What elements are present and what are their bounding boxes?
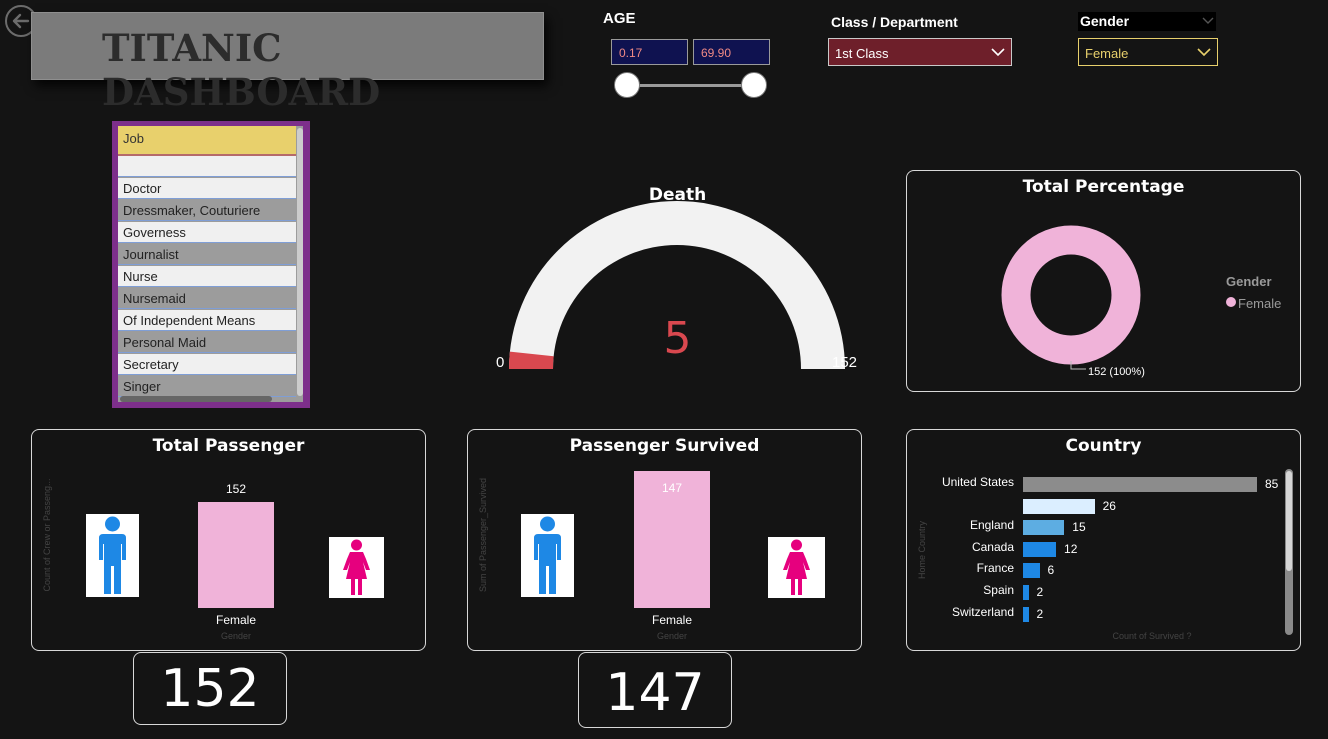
x-axis-label: Count of Survived ? [1112,631,1192,641]
country-bar[interactable] [1023,541,1057,557]
chart-plot [198,502,274,608]
female-person-icon [343,539,370,595]
country-value-label: 15 [1072,520,1086,535]
job-item[interactable]: Nurse [118,266,296,287]
total-percentage-card: Total Percentage 152 (100%) Gender Femal… [906,170,1301,392]
total-passenger-kpi: 152 [133,652,287,725]
country-bar[interactable] [1023,520,1065,536]
country-bar[interactable] [1023,606,1029,622]
country-bar[interactable] [1023,585,1029,600]
male-person-icon [534,516,561,594]
x-axis-label: Gender [220,631,252,641]
x-tick-label: Female [651,613,692,627]
female-person-icon [783,539,810,595]
country-value-label: 2 [1036,606,1044,621]
age-slicer-label: AGE [603,10,636,27]
gender-slicer-header[interactable]: Gender [1078,12,1216,31]
donut-slice-female [1001,225,1141,365]
class-dropdown[interactable]: 1st Class [828,38,1012,66]
job-item[interactable]: Governess [118,222,296,243]
gauge-value: 5 [663,313,692,364]
gender-slicer-label: Gender [1080,13,1130,29]
x-axis-label: Gender [656,631,688,641]
country-bar[interactable] [1023,563,1040,579]
job-item[interactable]: Secretary [118,354,296,375]
male-person-icon [99,516,126,594]
female-icon-box [329,537,384,598]
country-label: United States [941,475,1014,489]
job-slicer-header[interactable]: Job [118,126,296,156]
job-item[interactable] [118,156,296,177]
job-list: Job Doctor Dressmaker, Couturiere Govern… [118,126,303,402]
job-item[interactable]: Singer [118,376,296,397]
country-scrollbar[interactable] [1285,469,1293,635]
country-label: Canada [971,539,1014,554]
job-item[interactable]: Personal Maid [118,332,296,353]
page-title: TITANIC DASHBOARD [102,26,381,114]
country-label: England [969,518,1014,533]
chevron-down-icon [1197,48,1211,57]
bar-data-label: 152 [225,482,247,496]
country-card: Country Home Country United States 85 26 En… [906,429,1301,651]
job-vertical-scrollbar[interactable] [297,128,303,396]
legend-item[interactable]: Female [1238,296,1281,311]
bar-female[interactable] [198,502,274,608]
job-slicer: Job Doctor Dressmaker, Couturiere Govern… [112,121,310,408]
gauge-max-label: 152 [832,354,858,371]
job-item[interactable]: Journalist [118,244,296,265]
gender-dropdown-value: Female [1085,46,1129,61]
legend-title: Gender [1226,274,1272,289]
male-icon-box [86,514,139,597]
passenger-survived-title: Passenger Survived [569,436,760,456]
country-label: France [976,561,1014,576]
country-label: Spain [983,583,1014,597]
female-icon-box [768,537,825,598]
job-horizontal-scrollbar[interactable] [120,396,272,402]
chevron-down-icon [991,48,1005,57]
job-item[interactable]: Nursemaid [118,288,296,309]
class-slicer-label: Class / Department [831,14,958,30]
passenger-survived-kpi: 147 [578,652,732,728]
y-axis-label: Count of Crew or Passeng... [42,478,52,592]
total-passenger-title: Total Passenger [152,436,305,456]
country-bars: United States 85 26 England 15 Canada 12 France… [907,475,1279,625]
donut-chart [1001,225,1141,365]
country-label: Switzerland [951,604,1014,619]
age-slider-min-handle[interactable] [614,72,640,98]
country-value-label: 12 [1064,541,1078,556]
country-bar[interactable] [1023,477,1257,492]
job-item[interactable]: Dressmaker, Couturiere [118,200,296,221]
country-value-label: 6 [1047,563,1055,578]
country-scrollbar-thumb[interactable] [1286,471,1292,571]
passenger-survived-card: Passenger Survived Sum of Passenger_Surv… [467,429,862,651]
title-banner: TITANIC DASHBOARD [31,12,544,114]
donut-data-label: 152 (100%) [1088,366,1145,378]
legend-marker [1226,297,1236,307]
age-max-input[interactable]: 69.90 [693,39,770,65]
male-icon-box [521,514,574,597]
death-gauge: Death 5 0 152 [480,183,875,383]
class-dropdown-value: 1st Class [835,46,889,61]
age-min-input[interactable]: 0.17 [611,39,688,65]
country-value-label: 26 [1102,498,1116,513]
donut-leader-line [1070,361,1086,370]
job-item[interactable]: Doctor [118,178,296,199]
country-title: Country [1065,436,1142,456]
country-value-label: 85 [1265,477,1279,491]
country-value-label: 2 [1036,585,1044,599]
country-bar[interactable] [1023,498,1095,514]
x-tick-label: Female [215,613,256,627]
total-percentage-title: Total Percentage [1022,177,1185,197]
total-passenger-card: Total Passenger Count of Crew or Passeng… [31,429,426,651]
age-slider-max-handle[interactable] [741,72,767,98]
bar-data-label: 147 [661,481,683,495]
age-slider-track[interactable] [627,84,755,87]
gender-dropdown[interactable]: Female [1078,38,1218,66]
gauge-min-label: 0 [496,354,505,371]
back-arrow-icon [12,13,30,29]
chevron-down-icon [1202,17,1214,24]
job-item[interactable]: Of Independent Means [118,310,296,331]
y-axis-label: Sum of Passenger_Survived [478,477,488,593]
